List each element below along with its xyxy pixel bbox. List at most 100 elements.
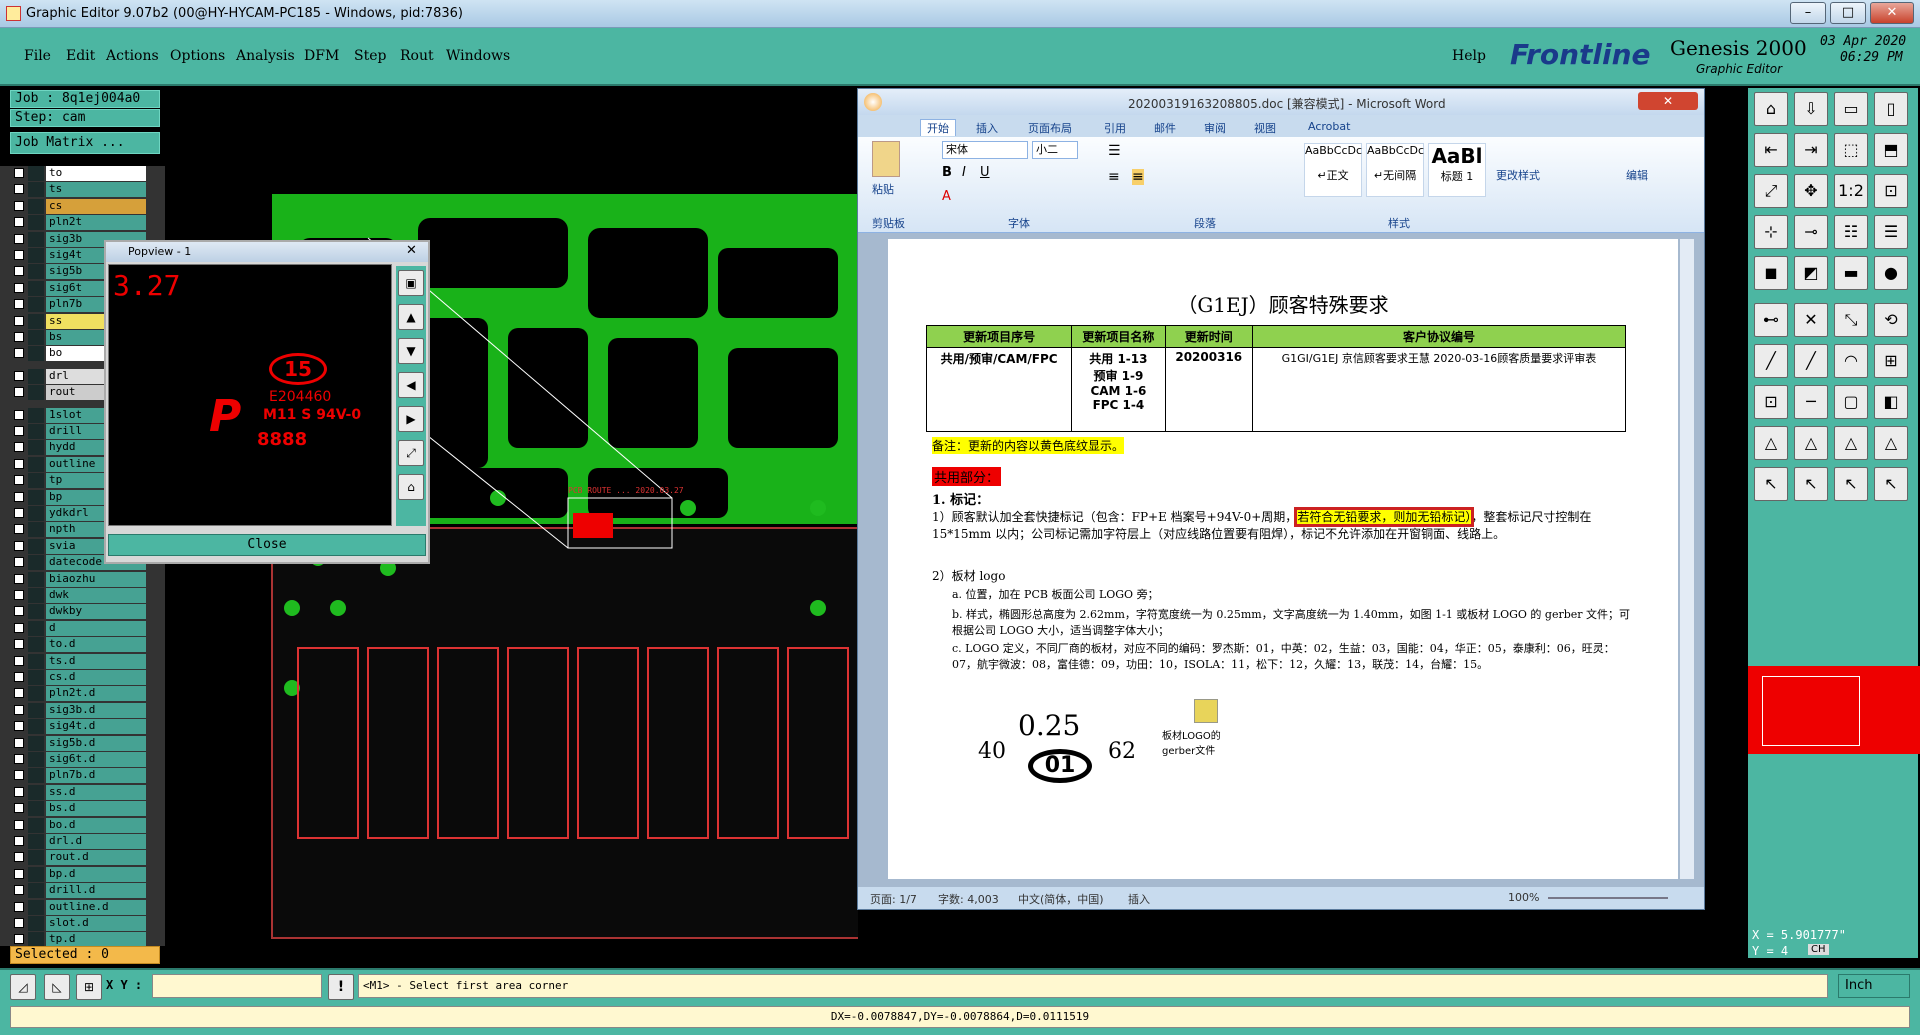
pointer-a-icon[interactable]: ↖ xyxy=(1754,467,1788,501)
zoom-area-icon[interactable]: ⬒ xyxy=(1874,133,1908,167)
style-heading1[interactable]: AaBl 标题 1 xyxy=(1428,143,1486,197)
layer-checkbox[interactable] xyxy=(14,803,24,814)
layer-checkbox[interactable] xyxy=(14,370,24,381)
layer-checkbox[interactable] xyxy=(14,299,24,310)
layer-checkbox[interactable] xyxy=(14,852,24,863)
layer-checkbox[interactable] xyxy=(14,754,24,764)
connect-icon[interactable]: ⊷ xyxy=(1754,303,1788,337)
layer-row[interactable]: drl.d xyxy=(12,834,154,849)
layer-row[interactable]: to xyxy=(12,166,154,181)
pointer-b-icon[interactable]: ↖ xyxy=(1794,467,1828,501)
layer-checkbox[interactable] xyxy=(14,934,24,945)
list-icon[interactable]: ☰ xyxy=(1874,215,1908,249)
rotate-icon[interactable]: ⟲ xyxy=(1874,303,1908,337)
job-matrix-button[interactable]: Job Matrix ... xyxy=(10,132,160,154)
layer-checkbox[interactable] xyxy=(14,770,24,781)
align-left-icon[interactable]: ≡ xyxy=(1108,169,1120,185)
zoom-box-icon[interactable]: ⬚ xyxy=(1834,133,1868,167)
ime-indicator[interactable]: CH xyxy=(1808,944,1829,955)
layer-checkbox[interactable] xyxy=(14,819,24,830)
layer-checkbox[interactable] xyxy=(14,184,24,195)
open-icon[interactable]: ⇩ xyxy=(1794,92,1828,126)
layer-checkbox[interactable] xyxy=(14,836,24,846)
italic-icon[interactable]: I xyxy=(962,165,966,180)
triangle-c-icon[interactable]: △ xyxy=(1834,426,1868,460)
change-style-button[interactable]: 更改样式 xyxy=(1496,167,1540,183)
popview-fit-icon[interactable]: ⤢ xyxy=(398,440,424,466)
resize-icon[interactable]: ⤡ xyxy=(1834,303,1868,337)
layer-checkbox[interactable] xyxy=(14,315,24,326)
rectangle-icon[interactable]: ▢ xyxy=(1834,385,1868,419)
menu-dfm[interactable]: DFM xyxy=(304,48,339,64)
layer-row[interactable]: drill.d xyxy=(12,883,154,899)
layer-row[interactable]: dwkby xyxy=(12,604,154,620)
style-no-spacing[interactable]: AaBbCcDc ↵无间隔 xyxy=(1366,143,1424,197)
layer-row[interactable]: rout.d xyxy=(12,850,154,866)
popview-window[interactable]: Popview - 1 ✕ 3.27 15 E204460 M11 S 94V-… xyxy=(104,240,430,564)
menu-options[interactable]: Options xyxy=(170,48,225,64)
tab-mailings[interactable]: 邮件 xyxy=(1154,120,1176,136)
line-icon[interactable]: ▬ xyxy=(1834,256,1868,290)
minimize-button[interactable]: – xyxy=(1790,2,1826,24)
menu-edit[interactable]: Edit xyxy=(66,48,95,64)
layer-row[interactable]: dwk xyxy=(12,588,154,603)
layer-row[interactable]: sig5b.d xyxy=(12,735,154,751)
layer-checkbox[interactable] xyxy=(14,704,24,715)
layer-row[interactable]: bo.d xyxy=(12,817,154,833)
tab-layout[interactable]: 页面布局 xyxy=(1028,120,1072,136)
tab-insert[interactable]: 插入 xyxy=(976,120,998,136)
xy-input[interactable] xyxy=(152,974,322,998)
layer-row[interactable]: bs.d xyxy=(12,801,154,817)
popview-pan-up-icon[interactable]: ▲ xyxy=(398,304,424,330)
popview-close-button[interactable]: Close xyxy=(108,534,426,556)
layer-checkbox[interactable] xyxy=(14,426,24,436)
layer-row[interactable]: cs xyxy=(12,198,154,214)
menu-actions[interactable]: Actions xyxy=(106,48,159,64)
layer-checkbox[interactable] xyxy=(14,387,24,398)
mini-map[interactable] xyxy=(1748,666,1920,754)
layer-checkbox[interactable] xyxy=(14,508,24,518)
triangle-a-icon[interactable]: △ xyxy=(1754,426,1788,460)
back-icon[interactable]: ⇤ xyxy=(1754,133,1788,167)
popview-home-icon[interactable]: ⌂ xyxy=(398,474,424,500)
layer-row[interactable]: slot.d xyxy=(12,916,154,931)
tab-references[interactable]: 引用 xyxy=(1104,120,1126,136)
grid-icon[interactable]: ⊞ xyxy=(76,974,102,1000)
bold-icon[interactable]: B xyxy=(942,165,952,180)
tab-home[interactable]: 开始 xyxy=(920,119,956,136)
scale-icon[interactable]: 1:2 xyxy=(1834,174,1868,208)
layer-checkbox[interactable] xyxy=(14,217,24,228)
zoom-slider[interactable] xyxy=(1548,897,1668,899)
forward-icon[interactable]: ⇥ xyxy=(1794,133,1828,167)
align-center-icon[interactable]: ≡ xyxy=(1132,169,1144,185)
unit-select[interactable]: Inch xyxy=(1838,974,1910,998)
measure-icon[interactable]: ⊸ xyxy=(1794,215,1828,249)
layer-checkbox[interactable] xyxy=(14,442,24,453)
popview-pan-left-icon[interactable]: ◀ xyxy=(398,372,424,398)
close-window-button[interactable]: ✕ xyxy=(1870,2,1914,24)
paste-label[interactable]: 粘贴 xyxy=(872,181,894,197)
layer-checkbox[interactable] xyxy=(14,200,24,211)
select-box-icon[interactable]: ⊡ xyxy=(1754,385,1788,419)
layers-icon[interactable]: ☷ xyxy=(1834,215,1868,249)
tool-a-icon[interactable]: ◿ xyxy=(10,974,36,1000)
layer-checkbox[interactable] xyxy=(14,168,24,178)
layer-checkbox[interactable] xyxy=(14,348,24,359)
layer-checkbox[interactable] xyxy=(14,639,24,650)
layer-checkbox[interactable] xyxy=(14,491,24,502)
layer-row[interactable]: outline.d xyxy=(12,899,154,915)
home-icon[interactable]: ⌂ xyxy=(1754,92,1788,126)
popview-close-icon[interactable]: ✕ xyxy=(406,243,417,258)
menu-help[interactable]: Help xyxy=(1452,48,1486,64)
layer-checkbox[interactable] xyxy=(14,786,24,797)
arc-icon[interactable]: ╱ xyxy=(1794,344,1828,378)
popview-pan-down-icon[interactable]: ▼ xyxy=(398,338,424,364)
layer-checkbox[interactable] xyxy=(14,655,24,666)
font-color-icon[interactable]: A xyxy=(942,189,951,204)
layer-row[interactable]: ts.d xyxy=(12,653,154,669)
tab-review[interactable]: 审阅 xyxy=(1204,120,1226,136)
page-icon[interactable]: ▯ xyxy=(1874,92,1908,126)
layer-checkbox[interactable] xyxy=(14,606,24,617)
pointer-c-icon[interactable]: ↖ xyxy=(1834,467,1868,501)
layer-checkbox[interactable] xyxy=(14,557,24,568)
